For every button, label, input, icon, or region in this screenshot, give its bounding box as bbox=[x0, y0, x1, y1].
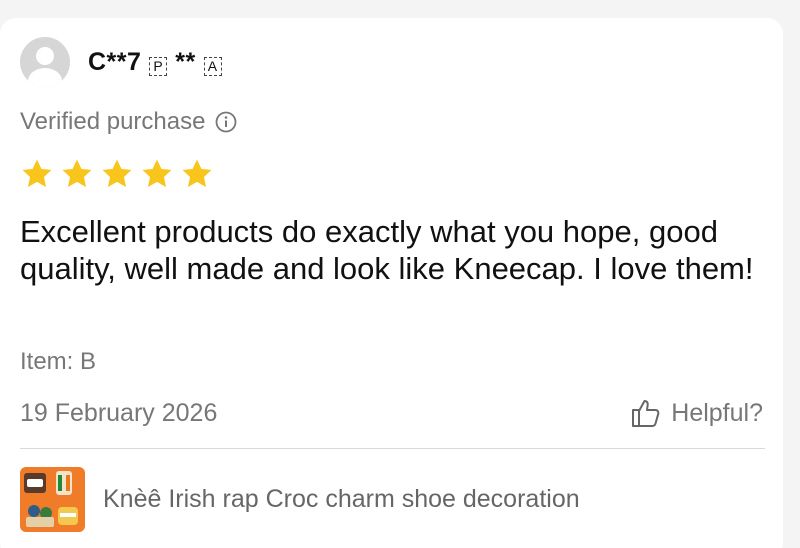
review-card: C**7 P ** A Verified purchase Excellent … bbox=[0, 18, 783, 548]
product-link[interactable]: Knèê Irish rap Croc charm shoe decoratio… bbox=[20, 467, 580, 532]
thumbs-up-icon bbox=[632, 400, 660, 427]
review-text: Excellent products do exactly what you h… bbox=[20, 214, 754, 286]
review-date: 19 February 2026 bbox=[20, 399, 218, 427]
reviewer-name-text: C**7 bbox=[88, 47, 142, 76]
star-icon bbox=[142, 159, 172, 188]
country-flag-icon-2: A bbox=[203, 56, 222, 76]
verified-label: Verified purchase bbox=[20, 108, 206, 135]
helpful-label: Helpful? bbox=[671, 398, 763, 427]
item-variant: Item: B bbox=[20, 348, 97, 375]
country-flag-icon: P bbox=[149, 56, 168, 76]
verified-purchase: Verified purchase bbox=[20, 108, 237, 136]
reviewer-name: C**7 P ** A bbox=[88, 48, 222, 77]
star-icon bbox=[102, 159, 132, 188]
reviewer-name-suffix: ** bbox=[175, 47, 196, 76]
reviewer-header: C**7 P ** A bbox=[20, 37, 222, 87]
top-strip bbox=[0, 0, 800, 8]
product-thumbnail bbox=[20, 467, 85, 532]
star-icon bbox=[182, 159, 212, 188]
divider bbox=[20, 448, 765, 449]
star-icon bbox=[22, 159, 52, 188]
star-rating bbox=[20, 157, 214, 191]
helpful-button[interactable]: Helpful? bbox=[629, 396, 763, 430]
star-icon bbox=[62, 159, 92, 188]
product-title[interactable]: Knèê Irish rap Croc charm shoe decoratio… bbox=[103, 485, 580, 514]
info-icon[interactable] bbox=[215, 111, 237, 133]
user-avatar-icon bbox=[20, 37, 70, 87]
